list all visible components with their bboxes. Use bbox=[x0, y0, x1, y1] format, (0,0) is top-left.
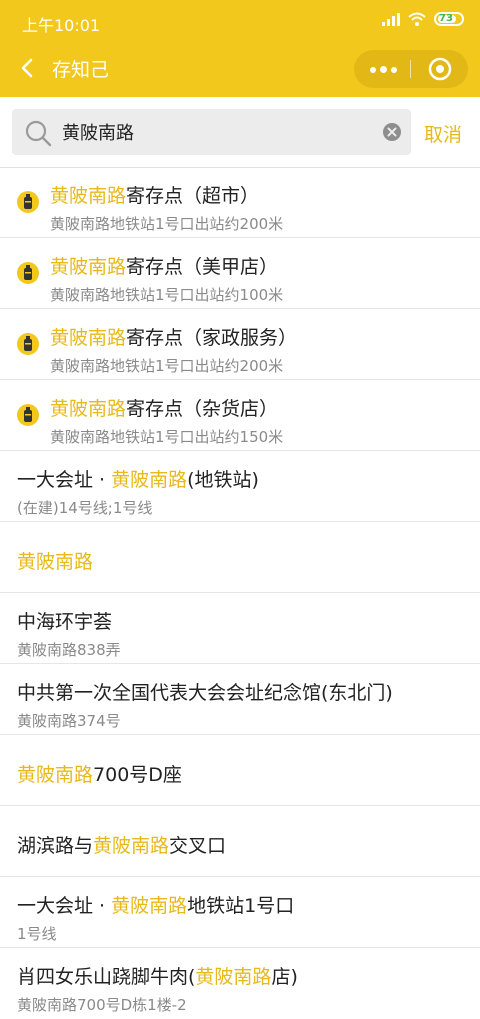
status-time: 上午10:01 bbox=[22, 16, 101, 35]
search-row: 取消 bbox=[0, 97, 480, 168]
result-title: 黄陂南路寄存点（超市） bbox=[50, 181, 259, 208]
result-title-post: (地铁站) bbox=[187, 469, 259, 491]
result-title-post: 寄存点（杂货店） bbox=[126, 398, 279, 420]
result-subtitle: 黄陂南路700号D栋1楼-2 bbox=[17, 996, 187, 1014]
result-subtitle: 黄陂南路838弄 bbox=[17, 641, 121, 659]
result-title-highlight: 黄陂南路 bbox=[111, 469, 188, 491]
result-title: 一大会址 · 黄陂南路地铁站1号口 bbox=[17, 891, 294, 918]
list-item[interactable]: 一大会址 · 黄陂南路(地铁站) (在建)14号线;1号线 bbox=[0, 451, 480, 522]
top-bar: 上午10:01 73 存知己 bbox=[0, 0, 480, 97]
list-item[interactable]: 黄陂南路寄存点（杂货店） 黄陂南路地铁站1号口出站约150米 bbox=[0, 380, 480, 451]
result-title-pre: 中共第一次全国代表大会会址纪念馆(东北门) bbox=[17, 682, 393, 704]
result-title: 黄陂南路寄存点（家政服务） bbox=[50, 323, 297, 350]
result-title-highlight: 黄陂南路 bbox=[50, 327, 127, 349]
clear-icon[interactable] bbox=[382, 122, 402, 142]
back-arrow-icon[interactable] bbox=[16, 56, 40, 80]
luggage-pin-icon bbox=[17, 262, 39, 284]
result-subtitle: 黄陂南路地铁站1号口出站约150米 bbox=[50, 428, 284, 446]
cancel-button[interactable]: 取消 bbox=[424, 120, 462, 147]
nav-bar: 存知己 bbox=[0, 44, 480, 97]
list-item[interactable]: 中共第一次全国代表大会会址纪念馆(东北门) 黄陂南路374号 bbox=[0, 664, 480, 735]
luggage-pin-icon bbox=[17, 191, 39, 213]
result-title: 肖四女乐山跷脚牛肉(黄陂南路店) bbox=[17, 962, 298, 989]
result-title-highlight: 黄陂南路 bbox=[17, 551, 94, 573]
result-title-post: 寄存点（超市） bbox=[126, 185, 260, 207]
miniprogram-capsule bbox=[354, 50, 468, 88]
search-box[interactable] bbox=[12, 109, 411, 155]
search-icon bbox=[25, 120, 52, 147]
result-subtitle: 黄陂南路374号 bbox=[17, 712, 121, 730]
list-item[interactable]: 肖四女乐山跷脚牛肉(黄陂南路店) 黄陂南路700号D栋1楼-2 bbox=[0, 948, 480, 1019]
result-title: 黄陂南路寄存点（美甲店） bbox=[50, 252, 278, 279]
result-title-highlight: 黄陂南路 bbox=[50, 185, 127, 207]
result-title-post: 地铁站1号口 bbox=[187, 895, 295, 917]
result-title-pre: 湖滨路与 bbox=[17, 835, 94, 857]
list-item[interactable]: 一大会址 · 黄陂南路地铁站1号口 1号线 bbox=[0, 877, 480, 948]
more-icon[interactable] bbox=[370, 66, 397, 73]
status-icons: 73 bbox=[382, 12, 464, 26]
result-title-pre: 一大会址 · bbox=[17, 895, 112, 917]
result-title: 黄陂南路 bbox=[17, 547, 93, 574]
result-title-post: 交叉口 bbox=[169, 835, 227, 857]
list-item[interactable]: 中海环宇荟 黄陂南路838弄 bbox=[0, 593, 480, 664]
result-title-highlight: 黄陂南路 bbox=[50, 256, 127, 278]
list-item[interactable]: 黄陂南路寄存点（美甲店） 黄陂南路地铁站1号口出站约100米 bbox=[0, 238, 480, 309]
status-bar: 上午10:01 73 bbox=[0, 0, 480, 44]
result-subtitle: 黄陂南路地铁站1号口出站约200米 bbox=[50, 215, 284, 233]
page-title: 存知己 bbox=[52, 59, 110, 81]
result-title-pre: 中海环宇荟 bbox=[17, 611, 113, 633]
result-title-highlight: 黄陂南路 bbox=[195, 966, 272, 988]
result-title-highlight: 黄陂南路 bbox=[93, 835, 170, 857]
result-title-post: 店) bbox=[271, 966, 298, 988]
result-title: 中共第一次全国代表大会会址纪念馆(东北门) bbox=[17, 678, 393, 705]
battery-level: 73 bbox=[439, 13, 453, 24]
list-item[interactable]: 黄陂南路寄存点（超市） 黄陂南路地铁站1号口出站约200米 bbox=[0, 167, 480, 238]
result-title-highlight: 黄陂南路 bbox=[50, 398, 127, 420]
result-title-pre: 肖四女乐山跷脚牛肉( bbox=[17, 966, 196, 988]
list-item[interactable]: 黄陂南路 bbox=[0, 522, 480, 593]
list-item[interactable]: 黄陂南路寄存点（家政服务） 黄陂南路地铁站1号口出站约200米 bbox=[0, 309, 480, 380]
result-title: 黄陂南路寄存点（杂货店） bbox=[50, 394, 278, 421]
result-subtitle: (在建)14号线;1号线 bbox=[17, 499, 153, 517]
result-title-pre: 一大会址 · bbox=[17, 469, 112, 491]
results-list: 黄陂南路寄存点（超市） 黄陂南路地铁站1号口出站约200米 黄陂南路寄存点（美甲… bbox=[0, 167, 480, 1019]
wifi-icon bbox=[408, 12, 426, 26]
signal-icon bbox=[382, 12, 400, 26]
luggage-pin-icon bbox=[17, 404, 39, 426]
result-subtitle: 1号线 bbox=[17, 925, 57, 943]
list-item[interactable]: 湖滨路与黄陂南路交叉口 bbox=[0, 806, 480, 877]
luggage-pin-icon bbox=[17, 333, 39, 355]
result-title-post: 寄存点（家政服务） bbox=[126, 327, 298, 349]
result-title: 湖滨路与黄陂南路交叉口 bbox=[17, 831, 226, 858]
result-title: 中海环宇荟 bbox=[17, 607, 112, 634]
capsule-divider bbox=[410, 60, 411, 78]
list-item[interactable]: 黄陂南路700号D座 bbox=[0, 735, 480, 806]
result-title-highlight: 黄陂南路 bbox=[17, 764, 94, 786]
search-input[interactable] bbox=[62, 118, 372, 146]
close-miniprogram-icon[interactable] bbox=[428, 57, 452, 81]
battery-icon: 73 bbox=[434, 12, 464, 26]
result-subtitle: 黄陂南路地铁站1号口出站约200米 bbox=[50, 357, 284, 375]
result-title-post: 寄存点（美甲店） bbox=[126, 256, 279, 278]
result-title: 黄陂南路700号D座 bbox=[17, 760, 182, 787]
result-subtitle: 黄陂南路地铁站1号口出站约100米 bbox=[50, 286, 284, 304]
result-title: 一大会址 · 黄陂南路(地铁站) bbox=[17, 465, 259, 492]
result-title-post: 700号D座 bbox=[93, 764, 182, 786]
result-title-highlight: 黄陂南路 bbox=[111, 895, 188, 917]
